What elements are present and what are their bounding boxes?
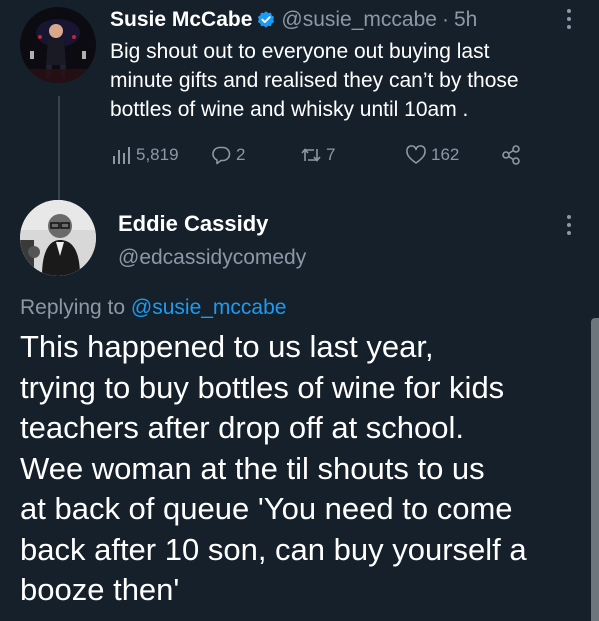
like-count: 162 <box>431 145 460 164</box>
reply-count: 2 <box>236 145 246 164</box>
tweet2-text-line: trying to buy bottles of wine for kids <box>20 369 505 405</box>
tweet2-text: This happened to us last year, trying to… <box>20 327 585 611</box>
tweet2-text-line: This happened to us last year, <box>20 329 434 364</box>
tweet1-text: Big shout out to everyone out buying las… <box>110 37 590 124</box>
retweet-count: 7 <box>326 145 336 164</box>
thread-connector-line <box>58 96 60 208</box>
verified-badge-icon <box>258 11 275 28</box>
tweet1-text-line: Big shout out to everyone out buying las… <box>110 40 490 63</box>
more-icon[interactable] <box>562 6 576 32</box>
replying-to-line: Replying to @susie_mccabe <box>20 296 286 320</box>
avatar-susie[interactable] <box>20 7 96 83</box>
tweet1-separator: · <box>441 8 449 31</box>
share-icon <box>502 145 520 165</box>
more-icon[interactable] <box>562 212 576 238</box>
tweet2-text-line: Wee woman at the til shouts to us <box>20 450 485 486</box>
tweet2-text-line: booze then' <box>20 572 180 607</box>
share-button[interactable] <box>500 142 526 168</box>
like-icon <box>406 145 426 164</box>
reply-button[interactable]: 2 <box>210 142 245 168</box>
retweet-icon <box>301 148 321 162</box>
tweet2-text-line: teachers after drop off at school. <box>20 410 465 445</box>
tweet2-handle[interactable]: @edcassidycomedy <box>118 246 306 270</box>
tweet1-text-line: bottles of wine and whisky until 10am . <box>110 98 469 121</box>
tweet1-header: Susie McCabe @susie_mccabe · 5h <box>110 6 477 34</box>
tweet1-author-name[interactable]: Susie McCabe <box>110 8 252 32</box>
tweet1-text-line: minute gifts and realised they can’t by … <box>110 69 519 92</box>
tweet2-text-line: at back of queue 'You need to come <box>20 491 513 526</box>
avatar-eddie[interactable] <box>20 200 96 276</box>
reply-icon <box>212 146 231 165</box>
views-icon <box>113 147 130 164</box>
tweet-thread: Susie McCabe @susie_mccabe · 5h Big shou… <box>0 0 599 621</box>
views-button[interactable]: 5,819 <box>110 142 179 168</box>
tweet1-timestamp[interactable]: 5h <box>454 8 477 32</box>
retweet-button[interactable]: 7 <box>300 142 335 168</box>
tweet2-author-name[interactable]: Eddie Cassidy <box>118 211 268 237</box>
views-count: 5,819 <box>136 145 179 164</box>
replying-to-label: Replying to <box>20 296 126 319</box>
tweet1-action-bar: 5,819 2 7 162 <box>110 142 580 168</box>
scrollbar[interactable] <box>591 318 599 621</box>
like-button[interactable]: 162 <box>405 142 459 168</box>
tweet2-text-line: back after 10 son, can buy yourself a <box>20 531 527 567</box>
replying-to-link[interactable]: @susie_mccabe <box>131 296 287 319</box>
tweet1-handle[interactable]: @susie_mccabe <box>281 8 437 32</box>
